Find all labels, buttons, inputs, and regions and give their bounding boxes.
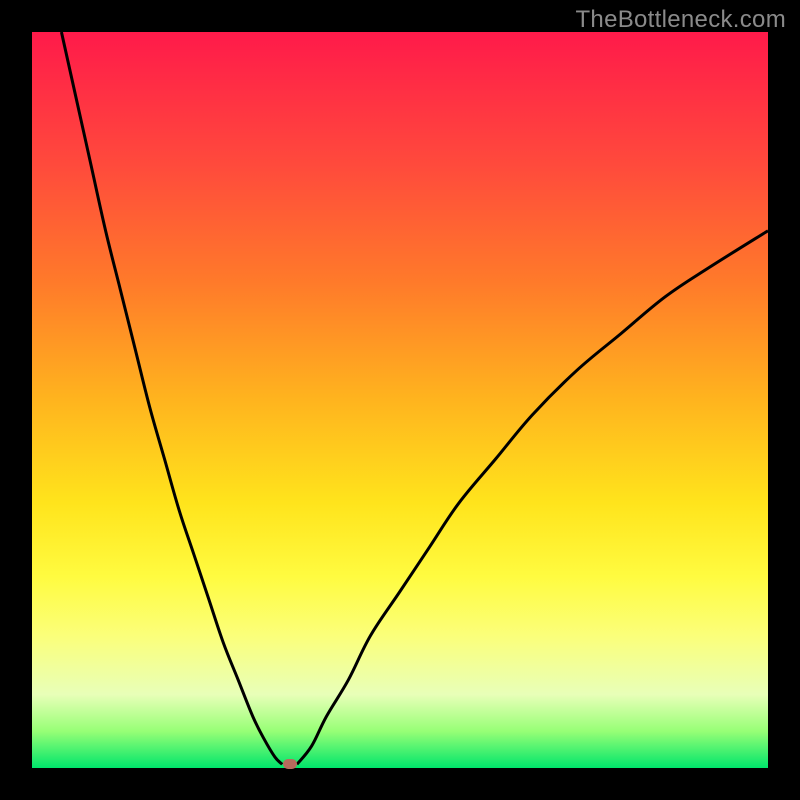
plot-area <box>32 32 768 768</box>
chart-frame: TheBottleneck.com <box>0 0 800 800</box>
curve-right <box>297 231 768 765</box>
curve-left <box>61 32 282 764</box>
curve-svg <box>32 32 768 768</box>
watermark-text: TheBottleneck.com <box>575 6 786 34</box>
marker-dot <box>283 759 297 769</box>
